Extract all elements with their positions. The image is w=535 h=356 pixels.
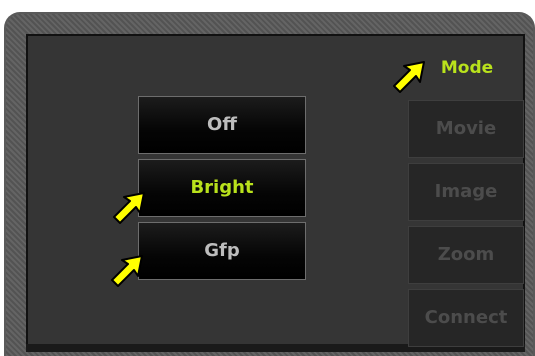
bright-button[interactable]: Bright xyxy=(138,159,306,217)
mode-label: Mode xyxy=(440,58,494,78)
pointer-arrow-icon xyxy=(111,255,143,287)
movie-button[interactable]: Movie xyxy=(408,100,524,158)
image-button[interactable]: Image xyxy=(408,163,524,221)
pointer-arrow-icon xyxy=(113,192,145,224)
gfp-button[interactable]: Gfp xyxy=(138,222,306,280)
connect-button[interactable]: Connect xyxy=(408,289,524,347)
zoom-button[interactable]: Zoom xyxy=(408,226,524,284)
pointer-arrow-icon xyxy=(393,61,425,93)
off-button[interactable]: Off xyxy=(138,96,306,154)
